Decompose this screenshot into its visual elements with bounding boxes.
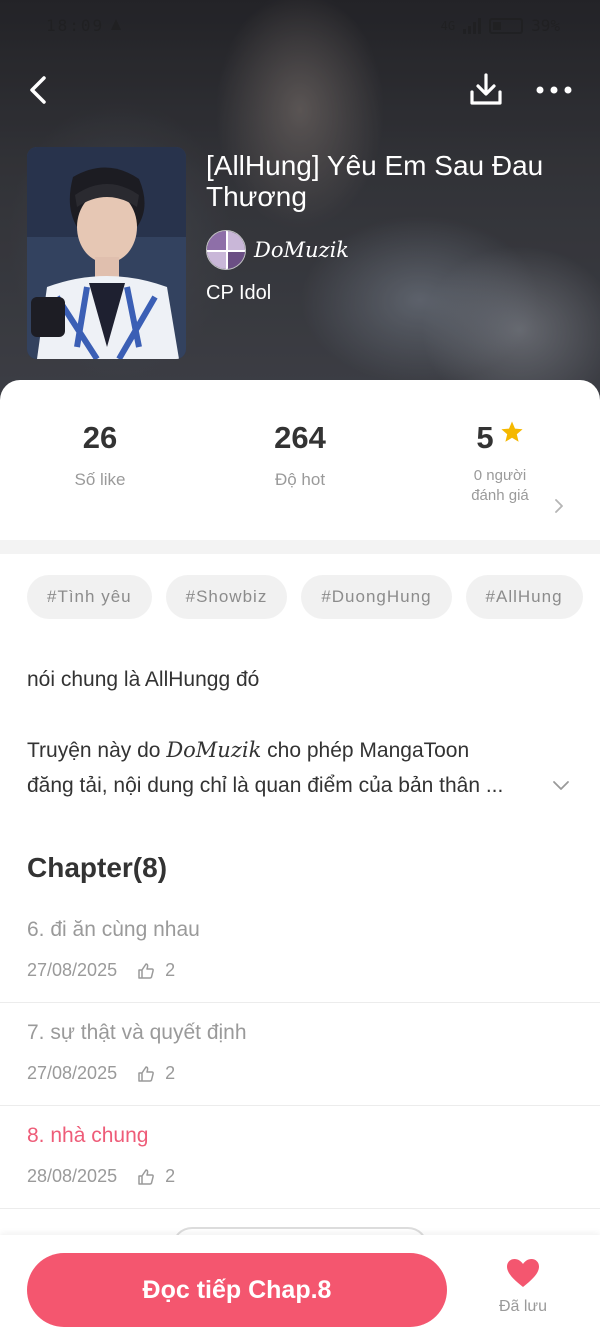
back-button[interactable]	[22, 70, 62, 110]
chapter-list: 6. đi ăn cùng nhau 27/08/2025 2 7. sự th…	[0, 900, 600, 1209]
thumbs-up-icon	[138, 1168, 154, 1185]
stat-likes: 26 Số like	[0, 420, 200, 490]
story-cover-image[interactable]	[27, 147, 186, 359]
description-author: DoMuzik	[166, 738, 262, 762]
rating-value: 5	[476, 420, 494, 455]
thumbs-up-icon	[138, 962, 154, 979]
chapter-title: 7. sự thật và quyết định	[27, 1021, 247, 1044]
more-options-button[interactable]	[532, 70, 576, 110]
rating-label-line2: đánh giá	[471, 487, 529, 504]
star-icon	[501, 421, 523, 442]
hot-label: Độ hot	[274, 470, 326, 489]
likes-label: Số like	[74, 470, 126, 489]
notification-icon	[111, 19, 121, 30]
stats-row: 26 Số like 264 Độ hot 5 0 người đánh giá	[0, 420, 600, 540]
saved-label: Đã lưu	[498, 1298, 548, 1315]
tag-chip[interactable]: #DuongHung	[301, 575, 452, 619]
chapter-meta: 28/08/2025 2	[27, 1166, 175, 1187]
heart-icon	[507, 1259, 539, 1287]
chapter-likes: 2	[165, 960, 176, 980]
cover-illustration	[27, 147, 186, 359]
download-icon	[470, 73, 502, 105]
chapter-row-current[interactable]: 8. nhà chung 28/08/2025 2	[0, 1106, 600, 1209]
battery-icon	[489, 17, 524, 34]
stat-rating[interactable]: 5 0 người đánh giá	[400, 420, 600, 506]
story-description[interactable]: nói chung là AllHungg đó Truyện này do D…	[27, 662, 567, 803]
rating-label: 0 người đánh giá	[400, 466, 600, 506]
stat-hot: 264 Độ hot	[200, 420, 400, 490]
chevron-right-icon[interactable]	[553, 498, 565, 514]
chapter-heading: Chapter(8)	[27, 852, 167, 884]
chapter-meta: 27/08/2025 2	[27, 960, 175, 981]
rating-value-wrap: 5	[400, 420, 600, 456]
bottom-action-bar: Đọc tiếp Chap.8 Đã lưu	[0, 1235, 600, 1343]
hot-count: 264	[274, 420, 326, 455]
chapter-date: 27/08/2025	[27, 960, 118, 980]
status-time: 18:09	[46, 16, 105, 35]
thumbs-up-icon	[138, 1065, 154, 1082]
description-suffix: cho phép MangaToon	[261, 739, 470, 762]
chapter-title: 6. đi ăn cùng nhau	[27, 918, 200, 941]
signal-icon	[463, 17, 482, 34]
chapter-date: 28/08/2025	[27, 1166, 118, 1186]
chapter-heading-text: Chapter(8)	[27, 852, 168, 883]
chapter-date: 27/08/2025	[27, 1063, 118, 1083]
story-category: CP Idol	[206, 282, 272, 304]
chapter-likes: 2	[165, 1166, 176, 1186]
chapter-meta: 27/08/2025 2	[27, 1063, 175, 1084]
download-button[interactable]	[466, 70, 506, 110]
chapter-likes: 2	[165, 1063, 176, 1083]
network-label: 4G	[440, 18, 456, 33]
battery-percent: 39%	[531, 16, 560, 35]
status-bar: 18:09 4G 39%	[0, 0, 600, 52]
status-right-group: 4G 39%	[441, 16, 560, 35]
chapter-title: 8. nhà chung	[27, 1124, 149, 1147]
story-header: 18:09 4G 39% [AllHung] Yêu Em Sau Đau Th…	[0, 0, 600, 400]
chapter-row[interactable]: 7. sự thật và quyết định 27/08/2025 2	[0, 1003, 600, 1106]
detail-sheet: 26 Số like 264 Độ hot 5 0 người đánh giá…	[0, 380, 600, 1343]
tag-list: #Tình yêu #Showbiz #DuongHung #AllHung	[27, 575, 583, 619]
tag-chip[interactable]: #Tình yêu	[27, 575, 152, 619]
description-prefix: Truyện này do	[27, 739, 167, 762]
description-line3: đăng tải, nội dung chỉ là quan điểm của …	[27, 774, 504, 797]
rating-label-line1: 0 người	[473, 467, 527, 484]
author-link[interactable]: DoMuzik	[206, 230, 349, 270]
continue-reading-button[interactable]: Đọc tiếp Chap.8	[27, 1253, 447, 1327]
tag-chip[interactable]: #AllHung	[465, 575, 583, 619]
author-avatar	[206, 230, 246, 270]
chapter-row[interactable]: 6. đi ăn cùng nhau 27/08/2025 2	[0, 900, 600, 1003]
story-title: [AllHung] Yêu Em Sau Đau Thương	[206, 150, 544, 212]
more-dots-icon	[536, 86, 572, 94]
chevron-down-icon[interactable]	[552, 780, 570, 792]
likes-count: 26	[82, 420, 118, 455]
tag-chip[interactable]: #Showbiz	[165, 575, 288, 619]
description-line1: nói chung là AllHungg đó	[27, 668, 260, 691]
back-arrow-icon	[30, 76, 46, 104]
save-library-button[interactable]: Đã lưu	[480, 1257, 566, 1316]
description-paragraph2: Truyện này do DoMuzik cho phép MangaToon…	[27, 733, 567, 803]
author-name: DoMuzik	[254, 238, 350, 262]
section-divider	[0, 540, 600, 554]
